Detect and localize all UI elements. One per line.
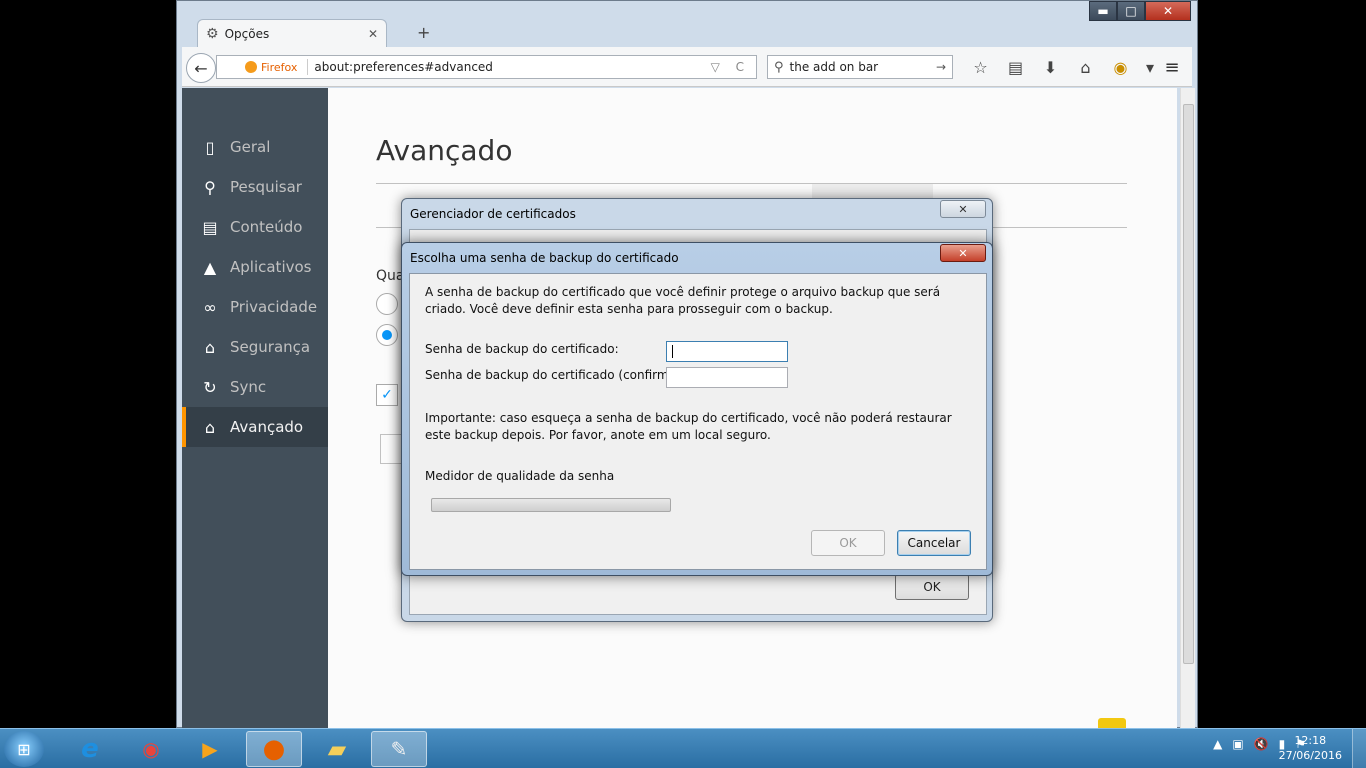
url-bar[interactable]: Firefox about:preferences#advanced ▽ C xyxy=(216,55,757,79)
firefox-icon[interactable]: ● xyxy=(246,731,302,767)
clock-date: 27/06/2016 xyxy=(1278,749,1342,762)
sidebar-item-advanced[interactable]: ⌂ Avançado xyxy=(182,407,328,447)
gear-icon: ⚙ xyxy=(206,25,219,42)
general-icon: ▯ xyxy=(205,137,215,157)
sidebar-item-security[interactable]: ⌂ Segurança xyxy=(182,327,328,367)
window-controls: ▬ □ ✕ xyxy=(1089,1,1191,21)
back-button[interactable]: ← xyxy=(186,53,216,83)
sidebar-item-sync[interactable]: ↻ Sync xyxy=(182,367,328,407)
addon-icon[interactable]: ◉ xyxy=(1103,55,1138,79)
show-hidden-icons-icon[interactable]: ▲ xyxy=(1213,737,1222,751)
dropdown-icon[interactable]: ▾ xyxy=(1138,55,1162,79)
backup-password-dialog: Escolha uma senha de backup do certifica… xyxy=(401,242,993,576)
scrollbar-thumb[interactable] xyxy=(1183,104,1194,664)
search-icon: ⚲ xyxy=(774,59,784,75)
important-note: Importante: caso esqueça a senha de back… xyxy=(425,411,952,442)
reload-icon[interactable]: ▽ C xyxy=(711,60,750,74)
applications-icon: ▲ xyxy=(203,257,217,277)
page-title: Avançado xyxy=(376,134,513,167)
sidebar-item-label: Pesquisar xyxy=(230,178,302,196)
clock[interactable]: 12:18 27/06/2016 xyxy=(1279,733,1342,763)
url-text[interactable]: about:preferences#advanced xyxy=(314,60,493,74)
media-player-icon[interactable]: ▶ xyxy=(182,731,238,767)
sidebar-item-label: Geral xyxy=(230,138,271,156)
star-icon[interactable]: ☆ xyxy=(963,55,998,79)
search-icon: ⚲ xyxy=(204,177,216,197)
sidebar-item-general[interactable]: ▯ Geral xyxy=(182,127,328,167)
maximize-button[interactable]: □ xyxy=(1117,1,1145,21)
paint-icon[interactable]: ✎ xyxy=(371,731,427,767)
backup-dialog-body: A senha de backup do certificado que voc… xyxy=(409,273,987,570)
home-icon[interactable]: ⌂ xyxy=(1068,55,1103,79)
password-label: Senha de backup do certificado: xyxy=(425,342,619,356)
reader-icon[interactable]: ▤ xyxy=(998,55,1033,79)
clock-time: 12:18 xyxy=(1294,734,1327,747)
download-icon[interactable]: ⬇ xyxy=(1033,55,1068,79)
tab-close-icon[interactable]: ✕ xyxy=(368,27,378,41)
toolbar-icons: ☆ ▤ ⬇ ⌂ ◉ ▾ xyxy=(963,55,1162,79)
cert-manager-close-button[interactable]: ✕ xyxy=(940,200,986,218)
sidebar-item-search[interactable]: ⚲ Pesquisar xyxy=(182,167,328,207)
backup-dialog-title: Escolha uma senha de backup do certifica… xyxy=(410,251,679,265)
tab-options[interactable]: ⚙ Opções ✕ xyxy=(197,19,387,47)
cert-manager-ok-button[interactable]: OK xyxy=(895,574,969,600)
confirm-password-label: Senha de backup do certificado (confirma… xyxy=(425,368,690,382)
vertical-scrollbar[interactable] xyxy=(1180,88,1195,728)
content-icon: ▤ xyxy=(202,217,218,237)
nav-bar: ← Firefox about:preferences#advanced ▽ C… xyxy=(182,47,1192,87)
advanced-icon: ⌂ xyxy=(204,417,216,437)
firefox-logo-icon xyxy=(245,61,257,73)
url-separator xyxy=(307,59,309,75)
radio-option-1[interactable] xyxy=(376,293,398,315)
device-icon[interactable]: ▣ xyxy=(1232,737,1243,751)
chrome-icon[interactable]: ◉ xyxy=(123,731,179,767)
search-bar[interactable]: ⚲ the add on bar → xyxy=(767,55,953,79)
minimize-button[interactable]: ▬ xyxy=(1089,1,1117,21)
ie-icon[interactable]: e xyxy=(62,731,118,767)
new-tab-button[interactable]: + xyxy=(417,23,430,42)
sidebar-item-privacy[interactable]: ∞ Privacidade xyxy=(182,287,328,327)
explorer-folder-icon[interactable]: ▰ xyxy=(309,731,365,767)
radio-option-2[interactable] xyxy=(376,324,398,346)
sidebar-item-label: Avançado xyxy=(230,418,304,436)
taskbar: ⊞ e ◉ ▶ ● ▰ ✎ ▲ ▣ 🔇 ▮ ⚑ 12:18 27/06/2016 xyxy=(0,728,1366,768)
sidebar-item-label: Segurança xyxy=(230,338,311,356)
backup-description: A senha de backup do certificado que voc… xyxy=(425,285,941,316)
backup-dialog-close-button[interactable]: ✕ xyxy=(940,244,986,262)
sidebar-item-label: Conteúdo xyxy=(230,218,303,236)
checkbox-option[interactable]: ✓ xyxy=(376,384,398,406)
preferences-sidebar: ▯ Geral ⚲ Pesquisar ▤ Conteúdo ▲ Aplicativos… xyxy=(182,88,328,728)
close-window-button[interactable]: ✕ xyxy=(1145,1,1191,21)
menu-hamburger-icon[interactable]: ≡ xyxy=(1160,55,1184,79)
sidebar-item-label: Sync xyxy=(230,378,267,396)
identity-badge[interactable]: Firefox xyxy=(245,61,297,74)
cancel-button[interactable]: Cancelar xyxy=(897,530,971,556)
ok-button[interactable]: OK xyxy=(811,530,885,556)
password-field[interactable] xyxy=(666,341,788,362)
sidebar-item-label: Aplicativos xyxy=(230,258,312,276)
cert-manager-title: Gerenciador de certificados xyxy=(410,207,576,221)
confirm-password-field[interactable] xyxy=(666,367,788,388)
search-input[interactable]: the add on bar xyxy=(790,60,879,74)
sidebar-item-label: Privacidade xyxy=(230,298,318,316)
quality-meter-label: Medidor de qualidade da senha xyxy=(425,469,615,483)
volume-muted-icon[interactable]: 🔇 xyxy=(1254,737,1269,751)
sidebar-item-content[interactable]: ▤ Conteúdo xyxy=(182,207,328,247)
tab-title: Opções xyxy=(224,26,270,41)
privacy-mask-icon: ∞ xyxy=(203,297,217,317)
show-desktop-button[interactable] xyxy=(1352,729,1366,768)
start-button[interactable]: ⊞ xyxy=(4,731,44,767)
sidebar-item-applications[interactable]: ▲ Aplicativos xyxy=(182,247,328,287)
search-go-icon[interactable]: → xyxy=(936,60,946,74)
password-quality-meter xyxy=(431,498,671,512)
sync-icon: ↻ xyxy=(203,377,217,397)
security-icon: ⌂ xyxy=(204,337,216,357)
